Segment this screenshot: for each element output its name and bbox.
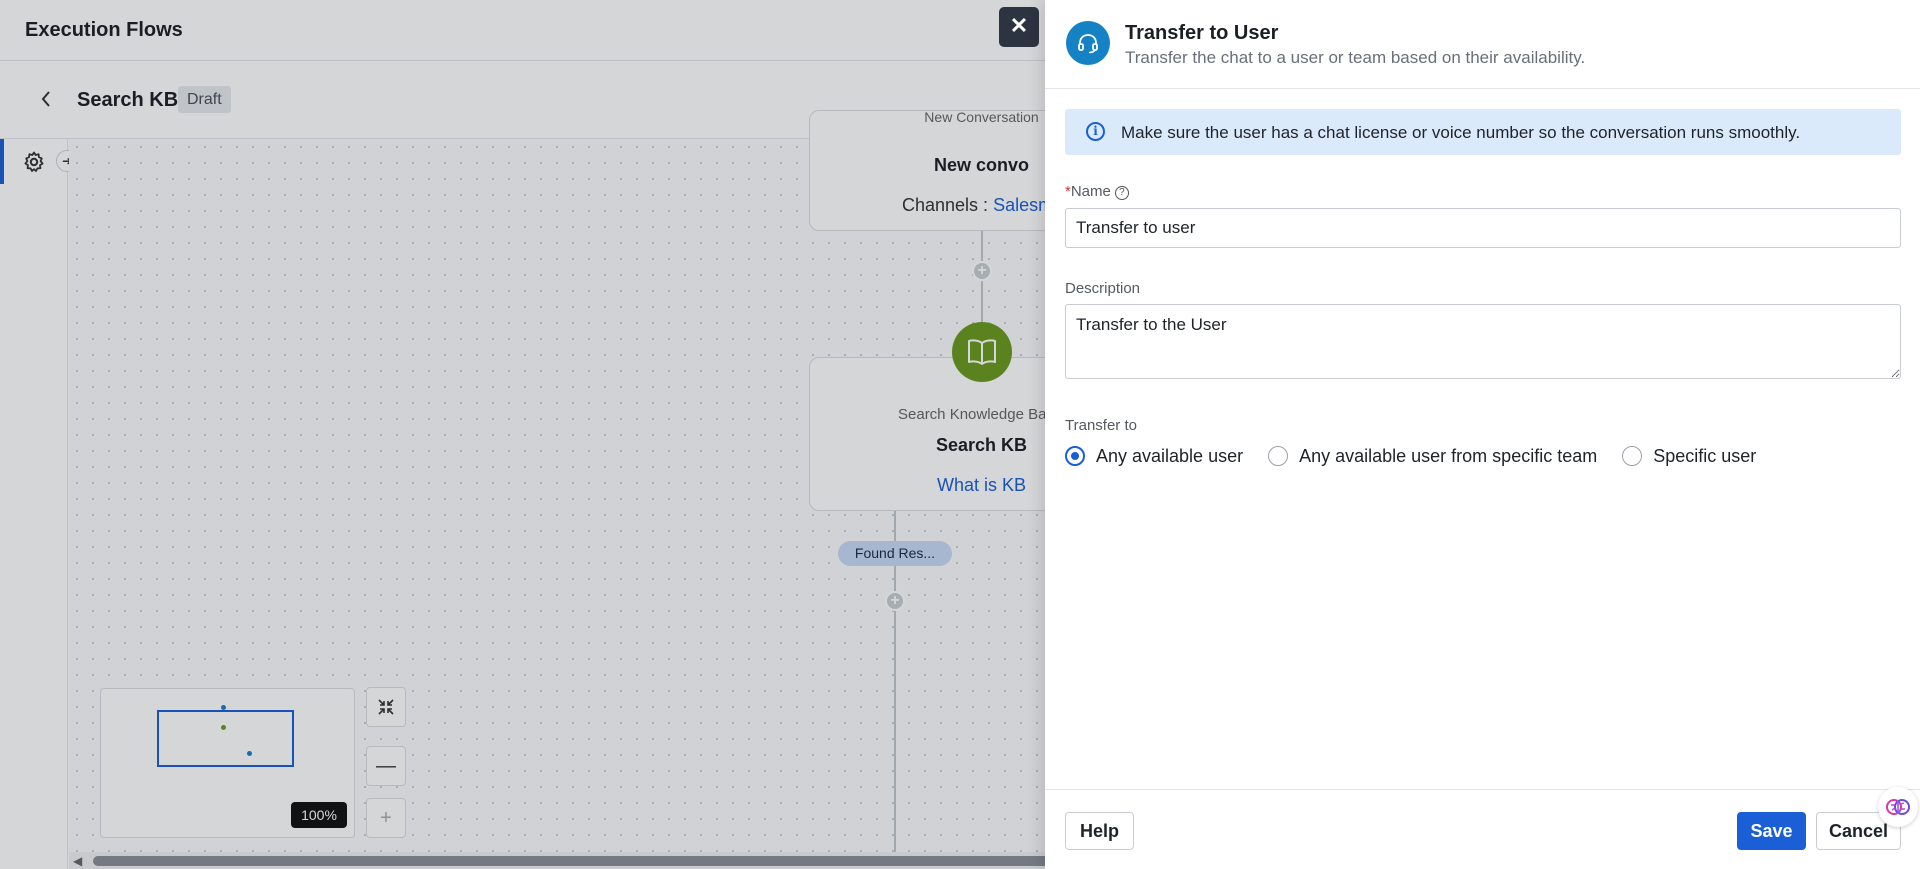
radio-button[interactable] [1065,446,1085,466]
brain-icon [1886,799,1910,815]
drawer-subtitle: Transfer the chat to a user or team base… [1125,48,1586,67]
close-drawer-button[interactable]: ✕ [999,7,1039,47]
assistant-button[interactable] [1878,787,1918,827]
help-button[interactable]: Help [1065,812,1134,850]
question-icon[interactable]: ? [1114,186,1129,200]
radio-button[interactable] [1622,446,1643,466]
radio-any-available-user[interactable]: Any available user [1065,446,1243,467]
info-icon: i [1086,122,1105,141]
radio-specific-team[interactable]: Any available user from specific team [1268,446,1597,467]
transfer-to-user-drawer: Transfer to User Transfer the chat to a … [1045,0,1920,869]
drawer-icon [1066,21,1110,65]
drawer-footer: Help Save Cancel [1045,789,1920,869]
name-label-text: Name [1070,183,1111,200]
info-text: Make sure the user has a chat license or… [1121,123,1801,142]
transfer-to-radio-group: Any available user Any available user fr… [1065,441,1781,471]
name-label: *Name? [1065,183,1129,200]
save-button[interactable]: Save [1737,812,1806,850]
radio-label: Any available user [1096,445,1244,466]
transfer-to-label: Transfer to [1065,417,1137,434]
description-input[interactable]: Transfer to the User [1065,304,1901,379]
name-input[interactable] [1065,208,1901,248]
radio-label: Any available user from specific team [1299,445,1598,466]
radio-button[interactable] [1268,446,1289,466]
drawer-header: Transfer to User Transfer the chat to a … [1045,0,1920,89]
radio-specific-user[interactable]: Specific user [1622,446,1756,467]
radio-label: Specific user [1653,445,1757,466]
close-icon: ✕ [1009,13,1029,38]
drawer-title: Transfer to User [1125,22,1279,44]
info-banner: i Make sure the user has a chat license … [1065,109,1901,155]
description-label: Description [1065,280,1141,297]
headset-icon [1078,34,1098,54]
